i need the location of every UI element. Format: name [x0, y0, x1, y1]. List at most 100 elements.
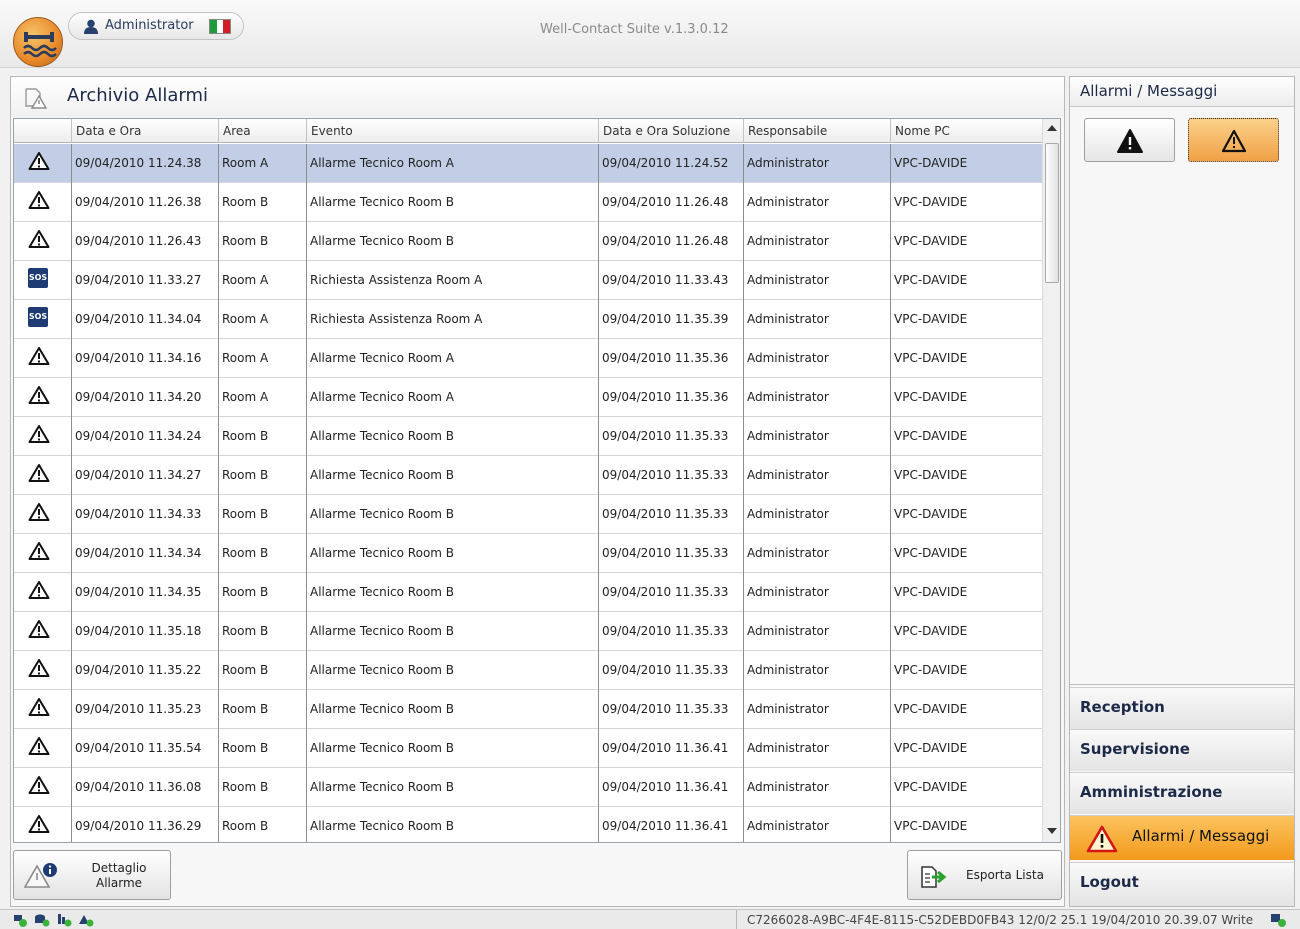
cell-responsabile: Administrator [744, 417, 891, 456]
warning-icon [28, 230, 50, 248]
app-logo[interactable] [13, 17, 63, 67]
warning-icon [28, 386, 50, 404]
column-header-data-ora-soluzione[interactable]: Data e Ora Soluzione [599, 119, 744, 143]
cell-nome-pc: VPC-DAVIDE [894, 312, 968, 326]
cell-data-ora-soluzione: 09/04/2010 11.35.33 [599, 534, 744, 573]
cell-responsabile: Administrator [744, 222, 891, 261]
nav-logout[interactable]: Logout [1070, 862, 1294, 906]
column-header-responsabile[interactable]: Responsabile [744, 119, 891, 143]
warning-icon [28, 191, 50, 209]
warning-icon [28, 425, 50, 443]
cell-nome-pc: VPC-DAVIDE [894, 507, 968, 521]
alarm-archive-button[interactable] [1188, 118, 1279, 162]
cell-data-ora-soluzione: 09/04/2010 11.36.41 [599, 729, 744, 768]
nav-reception[interactable]: Reception [1070, 687, 1294, 729]
scroll-down-arrow-icon[interactable] [1047, 828, 1057, 834]
cell-evento: Allarme Tecnico Room A [307, 378, 599, 417]
cell-nome-pc: VPC-DAVIDE [894, 741, 968, 755]
cell-data-ora: 09/04/2010 11.34.27 [72, 456, 219, 495]
table-row[interactable]: 09/04/2010 11.24.38 Room A Allarme Tecnico… [14, 144, 1043, 183]
cell-evento: Allarme Tecnico Room B [307, 417, 599, 456]
italian-flag-icon[interactable] [209, 19, 231, 34]
warning-icon [28, 737, 50, 755]
cell-data-ora: 09/04/2010 11.35.18 [72, 612, 219, 651]
cell-area: Room B [219, 417, 307, 456]
cell-data-ora: 09/04/2010 11.36.08 [72, 768, 219, 807]
cell-data-ora: 09/04/2010 11.35.54 [72, 729, 219, 768]
cell-data-ora: 09/04/2010 11.34.33 [72, 495, 219, 534]
cell-evento: Allarme Tecnico Room B [307, 222, 599, 261]
cell-responsabile: Administrator [744, 807, 891, 842]
table-row[interactable]: 09/04/2010 11.35.22 Room B Allarme Tecnico… [14, 651, 1043, 690]
table-row[interactable]: 09/04/2010 11.34.16 Room A Allarme Tecnico… [14, 339, 1043, 378]
cell-data-ora-soluzione: 09/04/2010 11.35.36 [599, 378, 744, 417]
service-status-icon [79, 915, 94, 927]
table-row[interactable]: SOS 09/04/2010 11.34.04 Room A Richiesta A… [14, 300, 1043, 339]
cell-data-ora-soluzione: 09/04/2010 11.35.33 [599, 651, 744, 690]
cell-responsabile: Administrator [744, 183, 891, 222]
cell-evento: Allarme Tecnico Room B [307, 768, 599, 807]
cell-data-ora-soluzione: 09/04/2010 11.26.48 [599, 222, 744, 261]
column-header-data-ora[interactable]: Data e Ora [72, 119, 219, 143]
nav-allarmi-messaggi[interactable]: Allarmi / Messaggi [1070, 815, 1294, 860]
status-text: C7266028-A9BC-4F4E-8115-C52DEBD0FB43 12/… [736, 910, 1267, 929]
page-title: Archivio Allarmi [67, 85, 208, 106]
column-header-evento[interactable]: Evento [307, 119, 599, 143]
export-list-button[interactable]: Esporta Lista [907, 850, 1062, 900]
user-indicator[interactable]: Administrator [68, 12, 244, 40]
cell-area: Room B [219, 534, 307, 573]
table-row[interactable]: 09/04/2010 11.35.18 Room B Allarme Tecnico… [14, 612, 1043, 651]
table-row[interactable]: 09/04/2010 11.35.23 Room B Allarme Tecnico… [14, 690, 1043, 729]
alarm-archive-icon [1221, 129, 1247, 153]
scroll-thumb[interactable] [1045, 143, 1059, 283]
column-header-area[interactable]: Area [219, 119, 307, 143]
alarm-info-icon [24, 863, 57, 888]
cell-evento: Allarme Tecnico Room B [307, 651, 599, 690]
cell-data-ora-soluzione: 09/04/2010 11.35.33 [599, 573, 744, 612]
table-row[interactable]: 09/04/2010 11.34.33 Room B Allarme Tecnico… [14, 495, 1043, 534]
cell-data-ora-soluzione: 09/04/2010 11.35.33 [599, 612, 744, 651]
table-row[interactable]: 09/04/2010 11.26.43 Room B Allarme Tecnico… [14, 222, 1043, 261]
cell-area: Room B [219, 690, 307, 729]
cell-evento: Allarme Tecnico Room B [307, 612, 599, 651]
cell-responsabile: Administrator [744, 534, 891, 573]
column-header-nome-pc[interactable]: Nome PC [891, 119, 1043, 143]
table-row[interactable]: 09/04/2010 11.26.38 Room B Allarme Tecnico… [14, 183, 1043, 222]
table-row[interactable]: 09/04/2010 11.34.20 Room A Allarme Tecnico… [14, 378, 1043, 417]
export-button-label: Esporta Lista [966, 868, 1044, 882]
table-row[interactable]: 09/04/2010 11.36.29 Room B Allarme Tecnico… [14, 807, 1043, 842]
table-row[interactable]: 09/04/2010 11.34.24 Room B Allarme Tecnico… [14, 417, 1043, 456]
status-bar: C7266028-A9BC-4F4E-8115-C52DEBD0FB43 12/… [0, 909, 1300, 929]
cell-evento: Allarme Tecnico Room B [307, 183, 599, 222]
cell-data-ora-soluzione: 09/04/2010 11.36.41 [599, 768, 744, 807]
column-header-icon[interactable] [14, 119, 72, 143]
active-alarms-button[interactable] [1084, 118, 1175, 162]
archive-alarm-icon [25, 88, 47, 109]
cell-nome-pc: VPC-DAVIDE [894, 273, 968, 287]
nav-amministrazione[interactable]: Amministrazione [1070, 772, 1294, 814]
warning-icon [28, 620, 50, 638]
cell-data-ora: 09/04/2010 11.26.38 [72, 183, 219, 222]
cell-area: Room B [219, 729, 307, 768]
side-panel-title: Allarmi / Messaggi [1070, 77, 1294, 107]
cell-data-ora: 09/04/2010 11.35.23 [72, 690, 219, 729]
cell-area: Room B [219, 612, 307, 651]
cell-nome-pc: VPC-DAVIDE [894, 585, 968, 599]
table-row[interactable]: 09/04/2010 11.34.35 Room B Allarme Tecnico… [14, 573, 1043, 612]
alarm-archive-panel: Archivio Allarmi Data e Ora Area Evento … [10, 76, 1065, 907]
cell-area: Room B [219, 456, 307, 495]
table-row[interactable]: 09/04/2010 11.35.54 Room B Allarme Tecnico… [14, 729, 1043, 768]
vertical-scrollbar[interactable] [1042, 119, 1060, 842]
table-row[interactable]: 09/04/2010 11.34.27 Room B Allarme Tecnico… [14, 456, 1043, 495]
table-row[interactable]: 09/04/2010 11.34.34 Room B Allarme Tecnico… [14, 534, 1043, 573]
alarm-detail-button[interactable]: Dettaglio Allarme [13, 850, 171, 900]
table-row[interactable]: SOS 09/04/2010 11.33.27 Room A Richiesta A… [14, 261, 1043, 300]
table-row[interactable]: 09/04/2010 11.36.08 Room B Allarme Tecnico… [14, 768, 1043, 807]
cell-responsabile: Administrator [744, 768, 891, 807]
warning-icon [28, 698, 50, 716]
cell-responsabile: Administrator [744, 729, 891, 768]
nav-supervisione[interactable]: Supervisione [1070, 729, 1294, 771]
cell-responsabile: Administrator [744, 456, 891, 495]
scroll-up-arrow-icon[interactable] [1047, 125, 1057, 131]
table-header: Data e Ora Area Evento Data e Ora Soluzi… [14, 119, 1043, 143]
